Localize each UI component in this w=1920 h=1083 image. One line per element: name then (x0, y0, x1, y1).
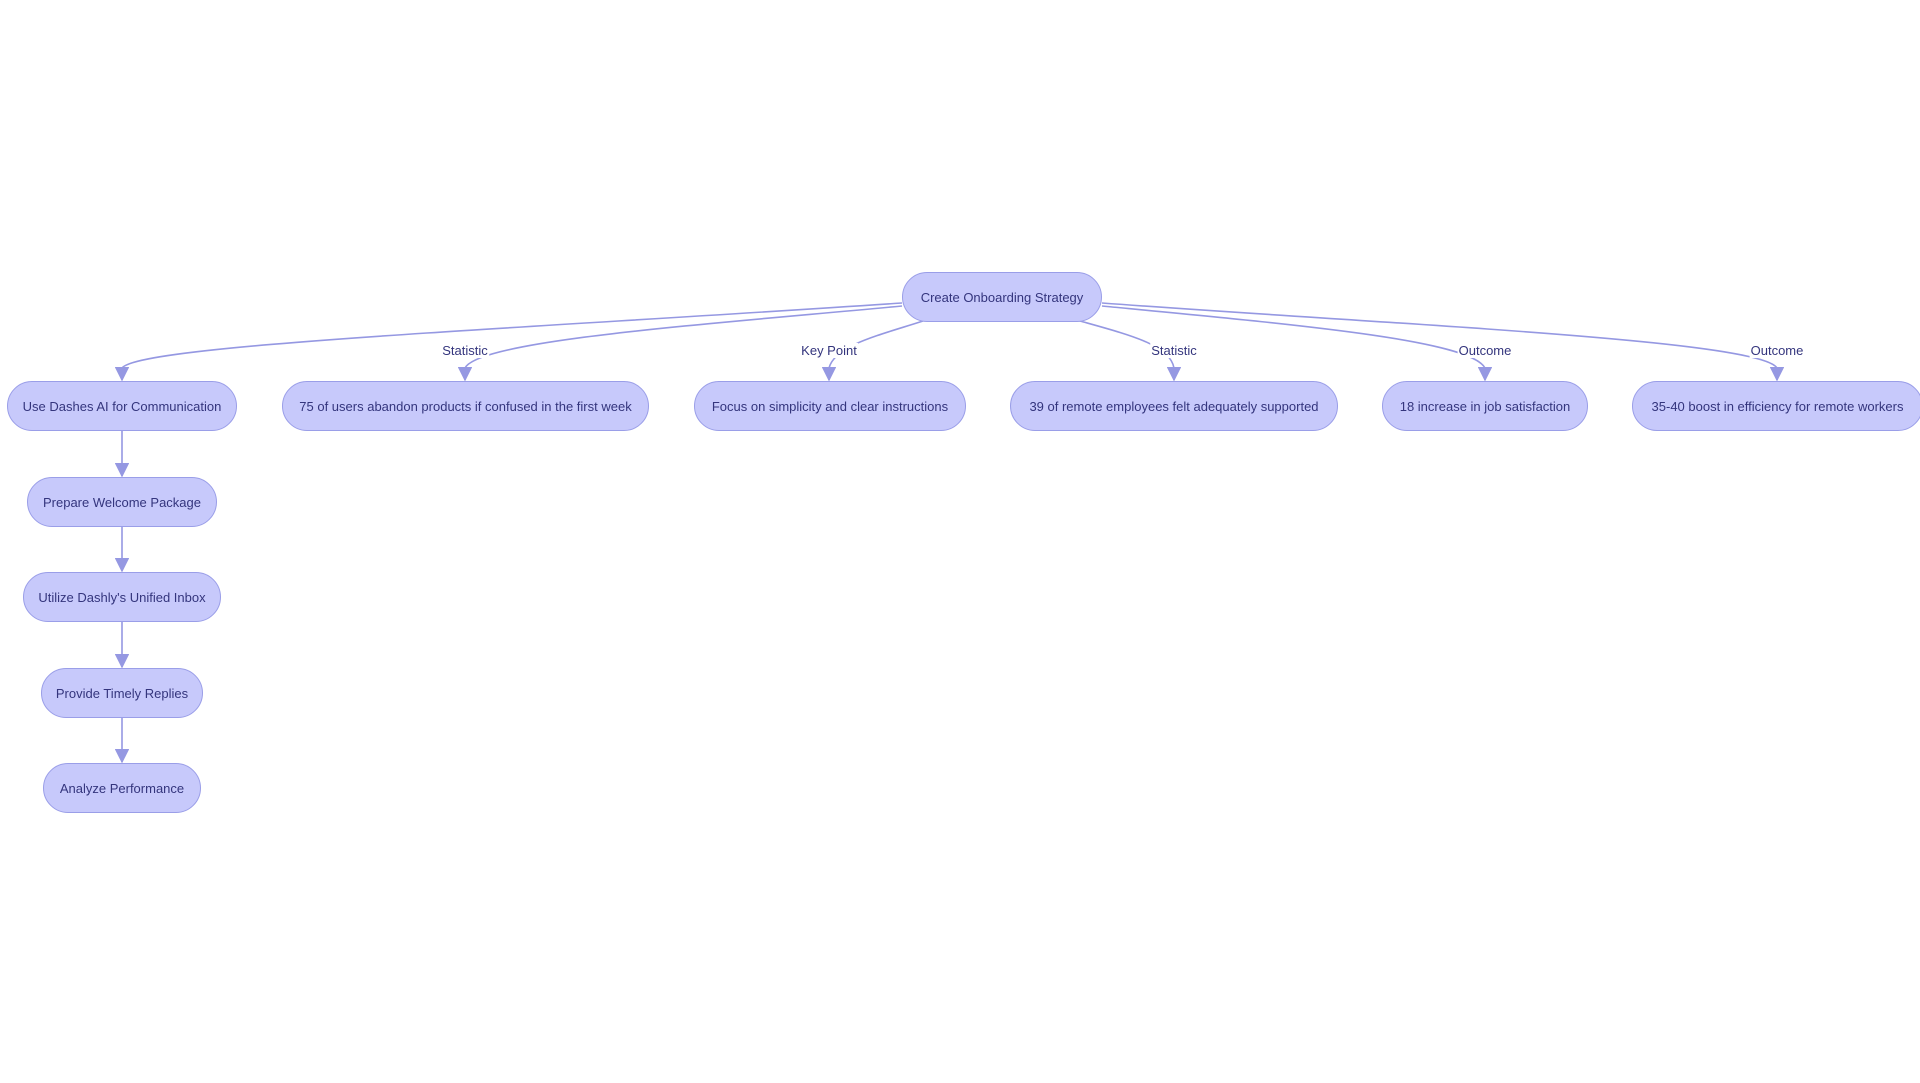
node-analyze-performance[interactable]: Analyze Performance (43, 763, 201, 813)
node-efficiency-outcome[interactable]: 35-40 boost in efficiency for remote wor… (1632, 381, 1920, 431)
edge-label-key-point: Key Point (800, 343, 858, 358)
edge-label-outcome: Outcome (1457, 343, 1513, 358)
edge-label-statistic: Statistic (441, 343, 489, 358)
node-root[interactable]: Create Onboarding Strategy (902, 272, 1102, 322)
node-use-dashes-ai[interactable]: Use Dashes AI for Communication (7, 381, 237, 431)
node-welcome-package[interactable]: Prepare Welcome Package (27, 477, 217, 527)
node-unified-inbox[interactable]: Utilize Dashly's Unified Inbox (23, 572, 221, 622)
node-users-abandon-stat[interactable]: 75 of users abandon products if confused… (282, 381, 649, 431)
node-timely-replies[interactable]: Provide Timely Replies (41, 668, 203, 718)
node-job-satisfaction-outcome[interactable]: 18 increase in job satisfaction (1382, 381, 1588, 431)
edge-label-outcome: Outcome (1749, 343, 1805, 358)
edge-label-statistic: Statistic (1150, 343, 1198, 358)
node-remote-employees-stat[interactable]: 39 of remote employees felt adequately s… (1010, 381, 1338, 431)
node-simplicity-key-point[interactable]: Focus on simplicity and clear instructio… (694, 381, 966, 431)
edge-root-to-use-dashes-ai (114, 302, 903, 382)
edges-layer (114, 302, 1785, 764)
edge-root-to-efficiency (1101, 302, 1785, 382)
